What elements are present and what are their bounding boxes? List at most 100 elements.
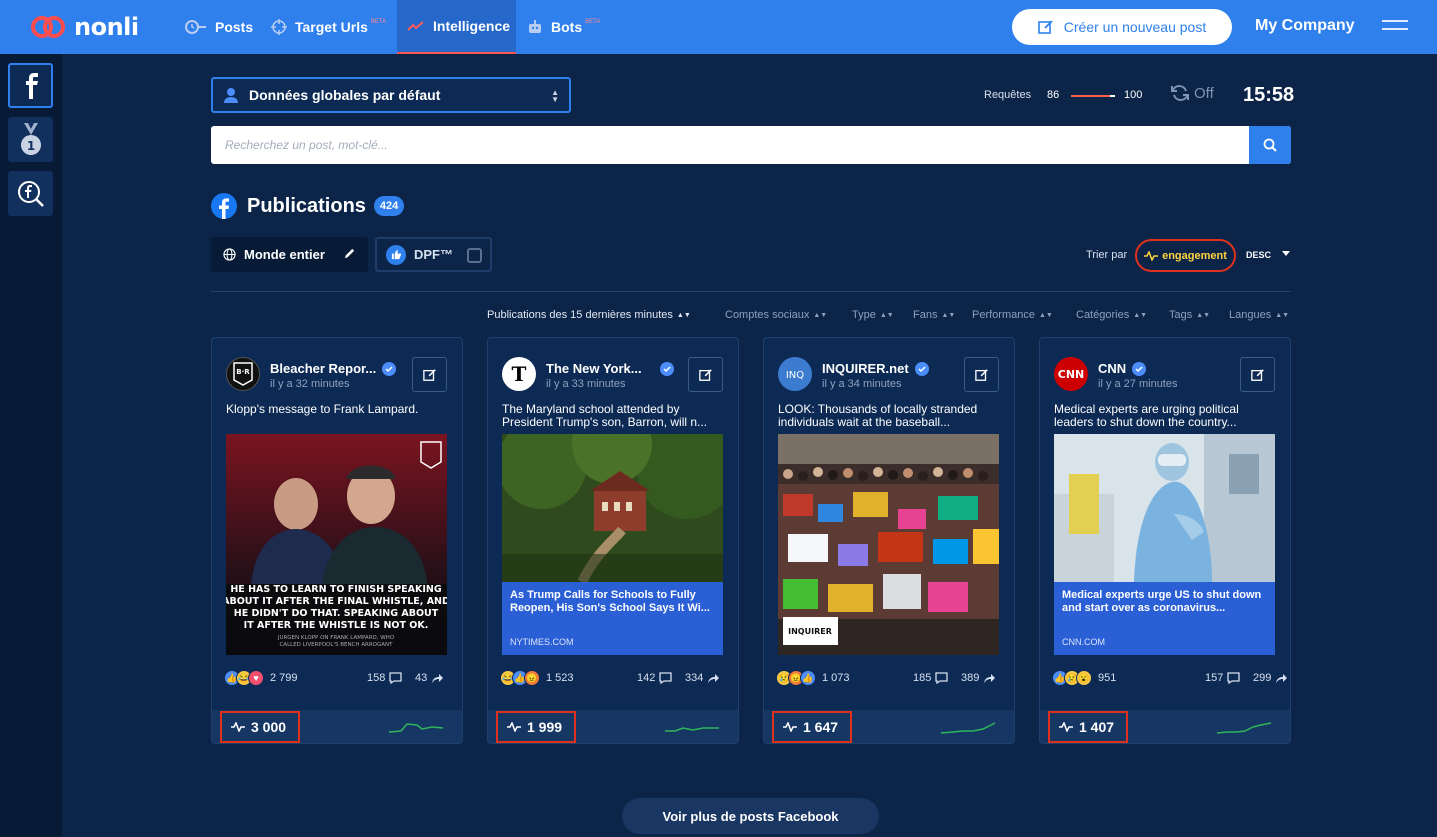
filter-type[interactable]: Type ▲▼ [852, 309, 894, 321]
sidebar-ranking-button[interactable]: 1 [8, 117, 53, 162]
link-preview[interactable]: As Trump Calls for Schools to Fully Reop… [502, 582, 723, 655]
shares-count[interactable]: 43 [415, 672, 444, 684]
filter-time-window[interactable]: Publications des 15 dernières minutes ▲▼ [487, 309, 691, 321]
sort-direction[interactable]: DESC [1246, 250, 1271, 260]
comments-count[interactable]: 157 [1205, 672, 1241, 684]
reactions[interactable]: 👍 😂 ♥ 2 799 [224, 670, 298, 686]
engagement-score[interactable]: 1 999 [496, 711, 576, 743]
globe-icon [223, 248, 236, 261]
nonli-logo[interactable]: nonli [30, 12, 139, 42]
filter-languages[interactable]: Langues ▲▼ [1229, 309, 1289, 321]
sidebar-facebook-button[interactable] [8, 63, 53, 108]
inquirer-logo-icon: INQ [786, 370, 804, 381]
reactions-count: 951 [1098, 672, 1117, 684]
requests-used: 86 [1047, 89, 1060, 101]
auto-refresh-state: Off [1194, 84, 1214, 102]
sidebar-facebook-search-button[interactable] [8, 171, 53, 216]
post-image[interactable]: INQUIRER [778, 434, 999, 655]
logo-text: nonli [74, 13, 139, 41]
nav-posts[interactable]: Posts [185, 0, 253, 54]
reactions[interactable]: 😢 😠 👍 1 073 [776, 670, 850, 686]
company-menu[interactable]: My Company [1255, 17, 1355, 35]
verified-icon [1132, 361, 1147, 376]
post-card[interactable]: B·R Bleacher Repor... il y a 32 minutes … [211, 337, 463, 744]
svg-text:1: 1 [26, 139, 34, 153]
nav-posts-label: Posts [215, 19, 254, 35]
create-post-button[interactable]: Créer un nouveau post [1012, 9, 1232, 45]
link-domain: CNN.COM [1062, 637, 1105, 647]
link-title: Medical experts urge US to shut down and… [1062, 589, 1262, 614]
engagement-score[interactable]: 1 647 [772, 711, 852, 743]
angry-reaction-icon: 😠 [524, 670, 540, 686]
crosshair-icon [271, 19, 287, 35]
edit-post-button[interactable] [964, 357, 999, 392]
current-time: 15:58 [1243, 84, 1295, 106]
pulse-icon [1144, 250, 1159, 261]
data-source-select[interactable]: Données globales par défaut ▲ ▼ [211, 77, 571, 113]
card-footer: 1 999 [488, 710, 738, 743]
verified-icon [914, 361, 929, 376]
reactions[interactable]: 😂 👍 😠 1 523 [500, 670, 574, 686]
dpf-checkbox[interactable] [467, 248, 482, 263]
filter-categories[interactable]: Catégories ▲▼ [1076, 309, 1147, 321]
post-card[interactable]: T The New York... il y a 33 minutes The … [487, 337, 739, 744]
edit-post-button[interactable] [1240, 357, 1275, 392]
comments-count[interactable]: 142 [637, 672, 673, 684]
nav-bots[interactable]: Bots BETA [527, 0, 600, 54]
filter-fans[interactable]: Fans ▲▼ [913, 309, 955, 321]
auto-refresh-toggle[interactable]: Off [1170, 84, 1214, 102]
nav-target-urls[interactable]: Target Urls BETA [271, 0, 386, 54]
thumbs-up-icon [386, 244, 406, 265]
sort-field-selector[interactable]: engagement [1135, 239, 1236, 272]
svg-text:CNN: CNN [1058, 368, 1085, 381]
shares-count[interactable]: 334 [685, 672, 720, 684]
shares-count[interactable]: 299 [1253, 672, 1288, 684]
nav-intelligence[interactable]: Intelligence [397, 0, 516, 54]
dpf-filter[interactable]: DPF™ [375, 237, 492, 272]
requests-max: 100 [1124, 89, 1143, 101]
load-more-button[interactable]: Voir plus de posts Facebook [622, 798, 879, 834]
edit-post-button[interactable] [412, 357, 447, 392]
edit-icon [974, 368, 988, 381]
card-footer: 3 000 [212, 710, 462, 743]
search-bar [211, 126, 1291, 164]
post-text: LOOK: Thousands of locally stranded indi… [778, 403, 978, 429]
comments-count[interactable]: 185 [913, 672, 949, 684]
filter-social-accounts[interactable]: Comptes sociaux ▲▼ [725, 309, 827, 321]
reactions-count: 1 523 [546, 672, 574, 684]
hamburger-menu-icon[interactable] [1382, 20, 1408, 36]
sort-by-label: Trier par [1086, 249, 1128, 261]
account-name[interactable]: The New York... [546, 361, 674, 376]
engagement-score[interactable]: 3 000 [220, 711, 300, 743]
verified-icon [382, 361, 397, 376]
search-button[interactable] [1249, 126, 1291, 164]
engagement-score[interactable]: 1 407 [1048, 711, 1128, 743]
reactions[interactable]: 👍 😢 😮 951 [1052, 670, 1116, 686]
edit-post-button[interactable] [688, 357, 723, 392]
card-footer: 1 407 [1040, 710, 1290, 743]
shares-count[interactable]: 389 [961, 672, 996, 684]
search-input[interactable] [211, 126, 1241, 164]
post-image[interactable]: HE HAS TO LEARN TO FINISH SPEAKING ABOUT… [226, 434, 447, 655]
post-card[interactable]: CNN CNN il y a 27 minutes Medical expert… [1039, 337, 1291, 744]
link-preview[interactable]: Medical experts urge US to shut down and… [1054, 582, 1275, 655]
edit-icon [1250, 368, 1264, 381]
account-name[interactable]: Bleacher Repor... [270, 361, 397, 376]
beta-badge: BETA [370, 19, 387, 25]
post-card[interactable]: INQ INQUIRER.net il y a 34 minutes LOOK:… [763, 337, 1015, 744]
sort-direction-caret-icon[interactable] [1282, 251, 1290, 256]
engagement-sparkline [1216, 722, 1272, 734]
region-filter[interactable]: Monde entier [211, 237, 368, 272]
filter-performance[interactable]: Performance ▲▼ [972, 309, 1053, 321]
dpf-label: DPF™ [414, 247, 453, 262]
pencil-icon[interactable] [343, 247, 356, 260]
robot-icon [527, 19, 543, 35]
svg-text:ABOUT IT AFTER THE FINAL WHIST: ABOUT IT AFTER THE FINAL WHISTLE, AND [226, 596, 447, 607]
comments-count[interactable]: 158 [367, 672, 403, 684]
divider [211, 291, 1291, 292]
filter-tags[interactable]: Tags ▲▼ [1169, 309, 1210, 321]
account-name[interactable]: INQUIRER.net [822, 361, 929, 376]
account-name[interactable]: CNN [1098, 361, 1147, 376]
card-footer: 1 647 [764, 710, 1014, 743]
svg-text:HE HAS TO LEARN TO FINISH SPEA: HE HAS TO LEARN TO FINISH SPEAKING [230, 584, 441, 595]
